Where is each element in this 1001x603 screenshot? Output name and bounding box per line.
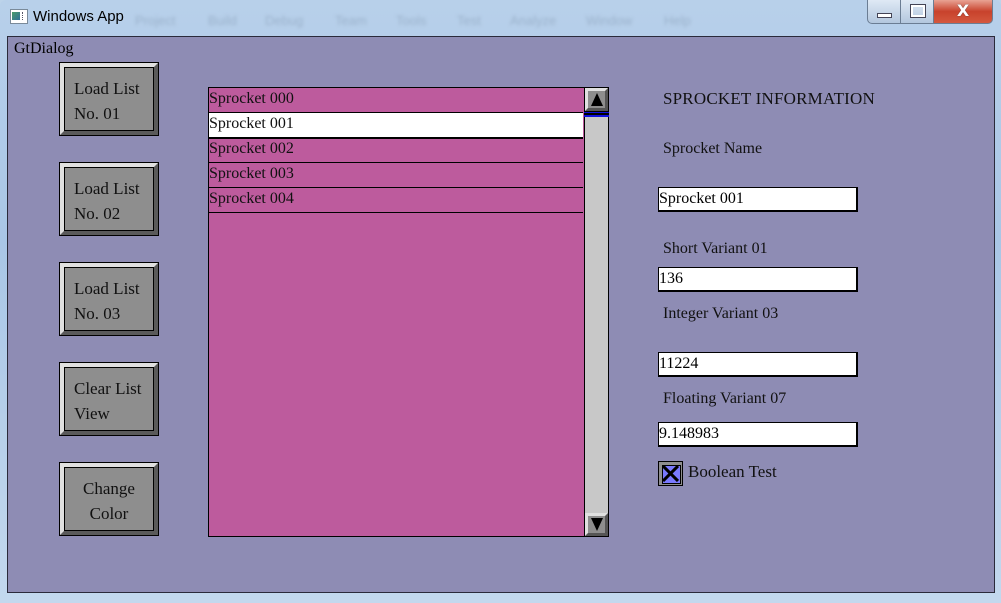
boolean-test-checkbox[interactable] bbox=[658, 461, 683, 486]
checkmark-x-icon bbox=[662, 465, 679, 482]
ghost-menu-tools: Tools bbox=[396, 13, 427, 28]
load-list-02-button[interactable]: Load List No. 02 bbox=[59, 162, 159, 236]
sprocket-name-label: Sprocket Name bbox=[663, 140, 763, 157]
load-list-01-button[interactable]: Load List No. 01 bbox=[59, 62, 159, 136]
list-item[interactable]: Sprocket 003 bbox=[209, 163, 583, 188]
list-item[interactable]: Sprocket 000 bbox=[209, 88, 583, 113]
ghost-menu-window: Window bbox=[586, 13, 633, 28]
short-variant-field[interactable] bbox=[658, 267, 858, 292]
ghost-menu-build: Build bbox=[208, 13, 237, 28]
ghost-menu-help: Help bbox=[664, 13, 691, 28]
list-item-selected[interactable]: Sprocket 001 bbox=[209, 113, 583, 139]
floating-variant-field[interactable] bbox=[658, 422, 858, 447]
sprocket-name-field[interactable] bbox=[658, 187, 858, 212]
arrow-up-icon bbox=[591, 93, 603, 106]
maximize-button[interactable] bbox=[901, 0, 934, 24]
caption-buttons: X bbox=[867, 0, 993, 24]
ghost-menu-test: Test bbox=[457, 13, 481, 28]
button-label-line1: Load List bbox=[74, 79, 140, 98]
minimize-icon bbox=[877, 13, 892, 18]
button-label-line1: Load List bbox=[74, 179, 140, 198]
dialog-label: GtDialog bbox=[14, 40, 74, 57]
list-scrollbar[interactable] bbox=[584, 87, 609, 537]
scroll-down-button[interactable] bbox=[585, 513, 608, 536]
title-bar[interactable]: Windows App Project Build Debug Team Too… bbox=[0, 0, 1001, 36]
ghost-menu-debug: Debug bbox=[265, 13, 304, 28]
info-section-title: SPROCKET INFORMATION bbox=[663, 89, 875, 108]
short-variant-label: Short Variant 01 bbox=[663, 240, 768, 257]
close-icon: X bbox=[956, 1, 970, 20]
clear-list-view-button[interactable]: Clear List View bbox=[59, 362, 159, 436]
list-item[interactable]: Sprocket 002 bbox=[209, 138, 583, 163]
app-window: Windows App Project Build Debug Team Too… bbox=[0, 0, 1001, 603]
integer-variant-label: Integer Variant 03 bbox=[663, 305, 779, 322]
ghost-menu-team: Team bbox=[335, 13, 367, 28]
button-label-line2: Color bbox=[89, 504, 129, 523]
app-icon bbox=[10, 9, 28, 24]
sprocket-list[interactable]: Sprocket 000 Sprocket 001 Sprocket 002 S… bbox=[208, 87, 586, 537]
button-label-line2: No. 01 bbox=[74, 104, 121, 123]
button-label-line1: Clear List bbox=[74, 379, 142, 398]
window-title: Windows App bbox=[33, 8, 124, 25]
list-item[interactable]: Sprocket 004 bbox=[209, 188, 583, 213]
ghost-menu-analyze: Analyze bbox=[510, 13, 557, 28]
ghost-menu-project: Project bbox=[135, 13, 176, 28]
maximize-icon bbox=[910, 4, 926, 18]
scroll-up-button[interactable] bbox=[585, 88, 608, 111]
floating-variant-label: Floating Variant 07 bbox=[663, 390, 787, 407]
change-color-button[interactable]: Change Color bbox=[59, 462, 159, 536]
integer-variant-field[interactable] bbox=[658, 352, 858, 377]
button-label-line1: Load List bbox=[74, 279, 140, 298]
button-label-line2: No. 02 bbox=[74, 204, 121, 223]
minimize-button[interactable] bbox=[867, 0, 901, 24]
close-button[interactable]: X bbox=[934, 0, 993, 24]
button-label-line2: View bbox=[74, 404, 110, 423]
button-label-line2: No. 03 bbox=[74, 304, 121, 323]
scroll-thumb[interactable] bbox=[584, 111, 609, 117]
arrow-down-icon bbox=[591, 518, 603, 531]
button-label-line1: Change bbox=[83, 479, 135, 498]
load-list-03-button[interactable]: Load List No. 03 bbox=[59, 262, 159, 336]
dialog-client-area: GtDialog Load List No. 01 Load List No. 02… bbox=[7, 36, 995, 593]
boolean-test-label: Boolean Test bbox=[688, 462, 777, 481]
